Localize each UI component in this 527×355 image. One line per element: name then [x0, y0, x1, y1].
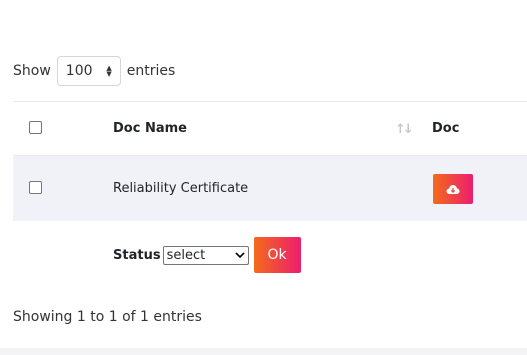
column-header-doc: Doc	[432, 121, 460, 136]
status-label: Status	[113, 247, 161, 263]
ok-button[interactable]: Ok	[253, 237, 301, 273]
entries-label: entries	[126, 63, 176, 79]
doc-name-cell: Reliability Certificate	[113, 181, 249, 196]
cloud-download-icon	[446, 184, 460, 194]
footer-divider	[0, 348, 527, 355]
entries-select-value: 100	[65, 63, 93, 79]
table-info: Showing 1 to 1 of 1 entries	[13, 309, 202, 325]
entries-select[interactable]: 100 ▲ ▼	[56, 56, 121, 86]
download-button[interactable]	[433, 174, 473, 204]
status-select-value: select	[166, 247, 206, 263]
select-arrows-icon: ▲ ▼	[106, 64, 112, 78]
status-form: Status select Ok	[113, 237, 301, 273]
show-label: Show	[13, 63, 51, 79]
chevron-down-icon	[234, 251, 245, 258]
row-checkbox[interactable]	[29, 181, 42, 194]
column-header-doc-name[interactable]: Doc Name	[113, 121, 187, 136]
sort-icon[interactable]: ↑↓	[395, 122, 414, 137]
status-select[interactable]: select	[162, 245, 249, 265]
table-row: Reliability Certificate	[13, 156, 527, 221]
entries-length-control: Show 100 ▲ ▼ entries	[13, 55, 175, 87]
documents-table: Doc Name ↑↓ Doc Reliability Certificate	[13, 101, 527, 221]
table-header: Doc Name ↑↓ Doc	[13, 102, 527, 156]
select-all-checkbox[interactable]	[29, 121, 42, 134]
